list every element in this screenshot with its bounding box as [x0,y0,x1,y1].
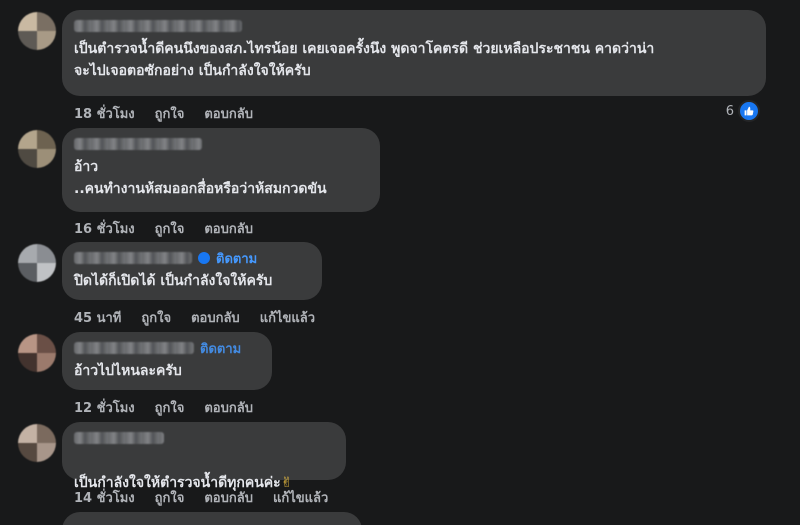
avatar-image [18,12,56,50]
edited-label[interactable]: แก้ไขแล้ว [260,307,315,328]
comment-actions: 18 ชั่วโมง ถูกใจ ตอบกลับ [74,103,253,124]
comment-actions: 45 นาที ถูกใจ ตอบกลับ แก้ไขแล้ว [74,307,315,328]
avatar[interactable] [18,12,56,50]
comment-text: ปิดได้ก็เปิดได้ เป็นกำลังใจให้ครับ [74,273,273,289]
avatar-image [18,334,56,372]
comment-bubble: ติดตาม ปิดได้ก็เปิดได้ เป็นกำลังใจให้ครั… [62,242,322,300]
comment-text: อ้าว ..คนทำงานห้สมออกสื่อหรือว่าห้สมกวดข… [74,159,327,197]
reply-button[interactable]: ตอบกลับ [204,103,253,124]
avatar-image [18,244,56,282]
avatar[interactable] [18,334,56,372]
author-name-redacted[interactable] [74,252,192,264]
comment-feed: เป็นตำรวจน้ำดีคนนึงของสภ.ไทรน้อย เคยเจอค… [0,0,800,525]
comment-timestamp[interactable]: 45 นาที [74,307,121,328]
comment-actions: 16 ชั่วโมง ถูกใจ ตอบกลับ [74,218,253,239]
avatar[interactable] [18,424,56,462]
comment-text: อ้าวไปไหนละครับ [74,363,182,379]
like-button[interactable]: ถูกใจ [155,487,185,508]
comment-timestamp[interactable]: 16 ชั่วโมง [74,218,135,239]
reaction-summary[interactable]: 6 [726,100,760,122]
avatar-image [18,424,56,462]
comment-actions: 14 ชั่วโมง ถูกใจ ตอบกลับ แก้ไขแล้ว [74,487,328,508]
follow-button[interactable]: ติดตาม [200,338,241,359]
edited-label[interactable]: แก้ไขแล้ว [273,487,328,508]
comment-bubble: เป็นกำลังใจให้ตำรวจน้ำดีทุกคนค่ะ✌ [62,422,346,491]
author-name-redacted[interactable] [74,342,194,354]
author-name-redacted[interactable] [74,432,164,444]
follow-button[interactable]: ติดตาม [216,248,257,269]
thumbs-up-icon [738,100,760,122]
reply-button[interactable]: ตอบกลับ [191,307,240,328]
like-button[interactable]: ถูกใจ [155,103,185,124]
comment-timestamp[interactable]: 12 ชั่วโมง [74,397,135,418]
reply-button[interactable]: ตอบกลับ [204,397,253,418]
comment-timestamp[interactable]: 14 ชั่วโมง [74,487,135,508]
reaction-count: 6 [725,103,734,119]
author-name-redacted[interactable] [74,138,202,150]
comment-actions: 12 ชั่วโมง ถูกใจ ตอบกลับ [74,397,253,418]
comment-text: เป็นตำรวจน้ำดีคนนึงของสภ.ไทรน้อย เคยเจอค… [74,41,655,79]
avatar[interactable] [18,244,56,282]
comment-bubble: ติดตาม อ้าวไปไหนละครับ [62,332,272,390]
comment-timestamp[interactable]: 18 ชั่วโมง [74,103,135,124]
next-comment-bubble [62,512,362,525]
like-button[interactable]: ถูกใจ [141,307,171,328]
reply-button[interactable]: ตอบกลับ [204,487,253,508]
avatar[interactable] [18,130,56,168]
like-button[interactable]: ถูกใจ [155,397,185,418]
avatar-image [18,130,56,168]
comment-bubble: อ้าว ..คนทำงานห้สมออกสื่อหรือว่าห้สมกวดข… [62,128,380,212]
comment-bubble: เป็นตำรวจน้ำดีคนนึงของสภ.ไทรน้อย เคยเจอค… [62,10,766,96]
verified-badge-icon [198,252,210,264]
reply-button[interactable]: ตอบกลับ [204,218,253,239]
author-name-redacted[interactable] [74,20,242,32]
like-button[interactable]: ถูกใจ [155,218,185,239]
